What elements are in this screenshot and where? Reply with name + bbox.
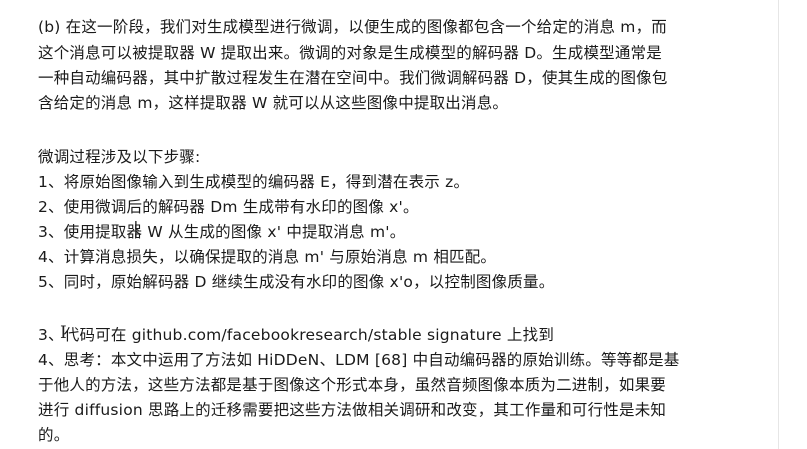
step-4: 4、计算消息损失，以确保提取的消息 m' 与原始消息 m 相匹配。 [38, 248, 497, 266]
steps-intro: 微调过程涉及以下步骤: [38, 148, 201, 166]
step-5: 5、同时，原始解码器 D 继续生成没有水印的图像 x'o，以控制图像质量。 [38, 273, 555, 291]
note-4-line-4: 的。 [38, 426, 70, 444]
note-4-line-1: 4、思考：本文中运用了方法如 HiDDeN、LDM [68] 中自动编码器的原始… [38, 351, 680, 369]
note-4-line-3: 进行 diffusion 思路上的迁移需要把这些方法做相关调研和改变，其工作量和… [38, 401, 667, 419]
paragraph-b-line-1: (b) 在这一阶段，我们对生成模型进行微调，以便生成的图像都包含一个给定的消息 … [38, 18, 667, 36]
document-page: (b) 在这一阶段，我们对生成模型进行微调，以便生成的图像都包含一个给定的消息 … [0, 0, 807, 449]
paragraph-b-line-4: 含给定的消息 m，这样提取器 W 就可以从这些图像中提取出消息。 [38, 94, 509, 112]
paragraph-b-line-2: 这个消息可以被提取器 W 提取出来。微调的对象是生成模型的解码器 D。生成模型通… [38, 44, 662, 62]
paragraph-b-line-3: 一种自动编码器，其中扩散过程发生在潜在空间中。我们微调解码器 D，使其生成的图像… [38, 69, 668, 87]
step-3: 3、使用提取器 W 从生成的图像 x' 中提取消息 m'。 [38, 223, 406, 241]
step-1: 1、将原始图像输入到生成模型的编码器 E，得到潜在表示 z。 [38, 173, 470, 191]
note-4-line-2: 于他人的方法，这些方法都是基于图像这个形式本身，虽然音频图像本质为二进制，如果要 [38, 376, 667, 394]
text-cursor-icon: | [133, 219, 139, 239]
ibeam-cursor-icon: I [60, 323, 67, 343]
step-2: 2、使用微调后的解码器 Dm 生成带有水印的图像 x'。 [38, 198, 419, 216]
note-3-code-link[interactable]: 3、代码可在 github.com/facebookresearch/stabl… [38, 325, 554, 345]
page-edge-divider [778, 0, 779, 449]
